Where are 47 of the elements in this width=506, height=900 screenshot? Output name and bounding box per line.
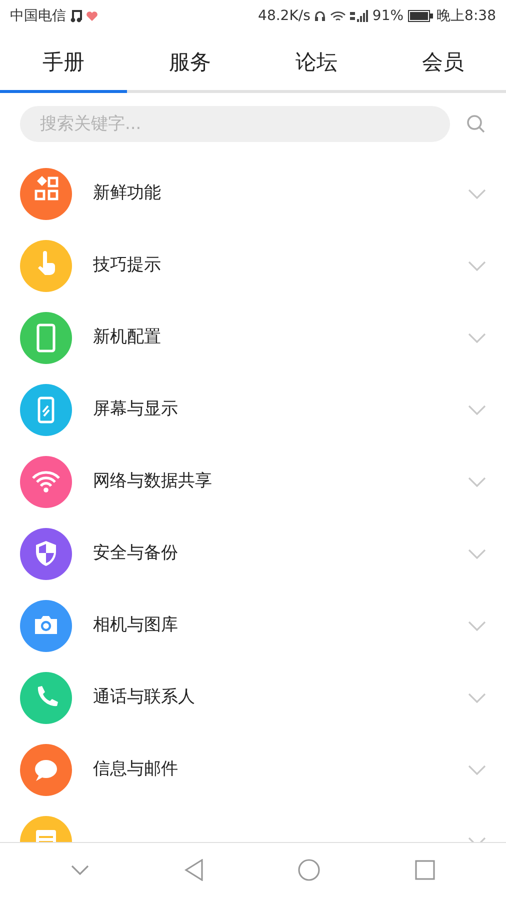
item-label: 屏幕与显示 xyxy=(93,398,179,422)
chevron-down-icon xyxy=(468,549,486,559)
item-label: 技巧提示 xyxy=(93,254,162,278)
network-speed: 48.2K/s xyxy=(258,6,310,26)
chevron-down-icon xyxy=(468,333,486,343)
chevron-down-icon xyxy=(468,261,486,271)
list-item[interactable]: 新机配置 xyxy=(0,302,506,374)
wifi-icon xyxy=(330,10,346,22)
list-item[interactable]: 网络与数据共享 xyxy=(0,446,506,518)
item-label: 新鲜功能 xyxy=(93,182,162,206)
list-item[interactable]: 技巧提示 xyxy=(0,230,506,302)
chevron-down-icon xyxy=(468,621,486,631)
item-label: 新机配置 xyxy=(93,326,162,350)
list-item[interactable]: 相机与图库 xyxy=(0,590,506,662)
signal-icon xyxy=(350,10,368,22)
item-label: 信息与邮件 xyxy=(93,758,179,782)
recents-icon[interactable] xyxy=(414,860,435,880)
chevron-down-icon xyxy=(468,189,486,199)
list-item[interactable]: 安全与备份 xyxy=(0,518,506,590)
search-icon[interactable] xyxy=(466,114,486,134)
list-item[interactable]: 屏幕与显示 xyxy=(0,374,506,446)
headphones-icon xyxy=(314,10,326,22)
chevron-down-icon xyxy=(468,405,486,415)
item-label: 通话与联系人 xyxy=(93,686,196,710)
tab[interactable]: 服务 xyxy=(126,32,253,93)
music-note-icon xyxy=(70,9,82,23)
home-icon[interactable] xyxy=(298,859,320,881)
list-item[interactable]: 通话与联系人 xyxy=(0,662,506,734)
chevron-down-icon xyxy=(468,693,486,703)
chevron-down-icon xyxy=(468,765,486,775)
carrier-name: 中国电信 xyxy=(10,6,66,26)
tab[interactable]: 手册 xyxy=(0,32,126,93)
chevron-down-icon[interactable] xyxy=(71,865,90,875)
tab[interactable]: 论坛 xyxy=(253,32,380,93)
back-icon[interactable] xyxy=(184,859,204,881)
battery-percent: 91% xyxy=(372,6,404,26)
list-item[interactable]: 新鲜功能 xyxy=(0,158,506,230)
list-item[interactable]: 信息与邮件 xyxy=(0,734,506,806)
item-label: 相机与图库 xyxy=(93,614,179,638)
tab[interactable]: 会员 xyxy=(380,32,506,93)
chevron-down-icon xyxy=(468,477,486,487)
item-label: 网络与数据共享 xyxy=(93,470,213,494)
clock-time: 晚上8:38 xyxy=(436,6,496,26)
battery-icon xyxy=(408,10,433,22)
item-label: 安全与备份 xyxy=(93,542,179,566)
heart-icon xyxy=(86,10,98,22)
search-field[interactable]: 搜索关键字... xyxy=(20,106,450,142)
